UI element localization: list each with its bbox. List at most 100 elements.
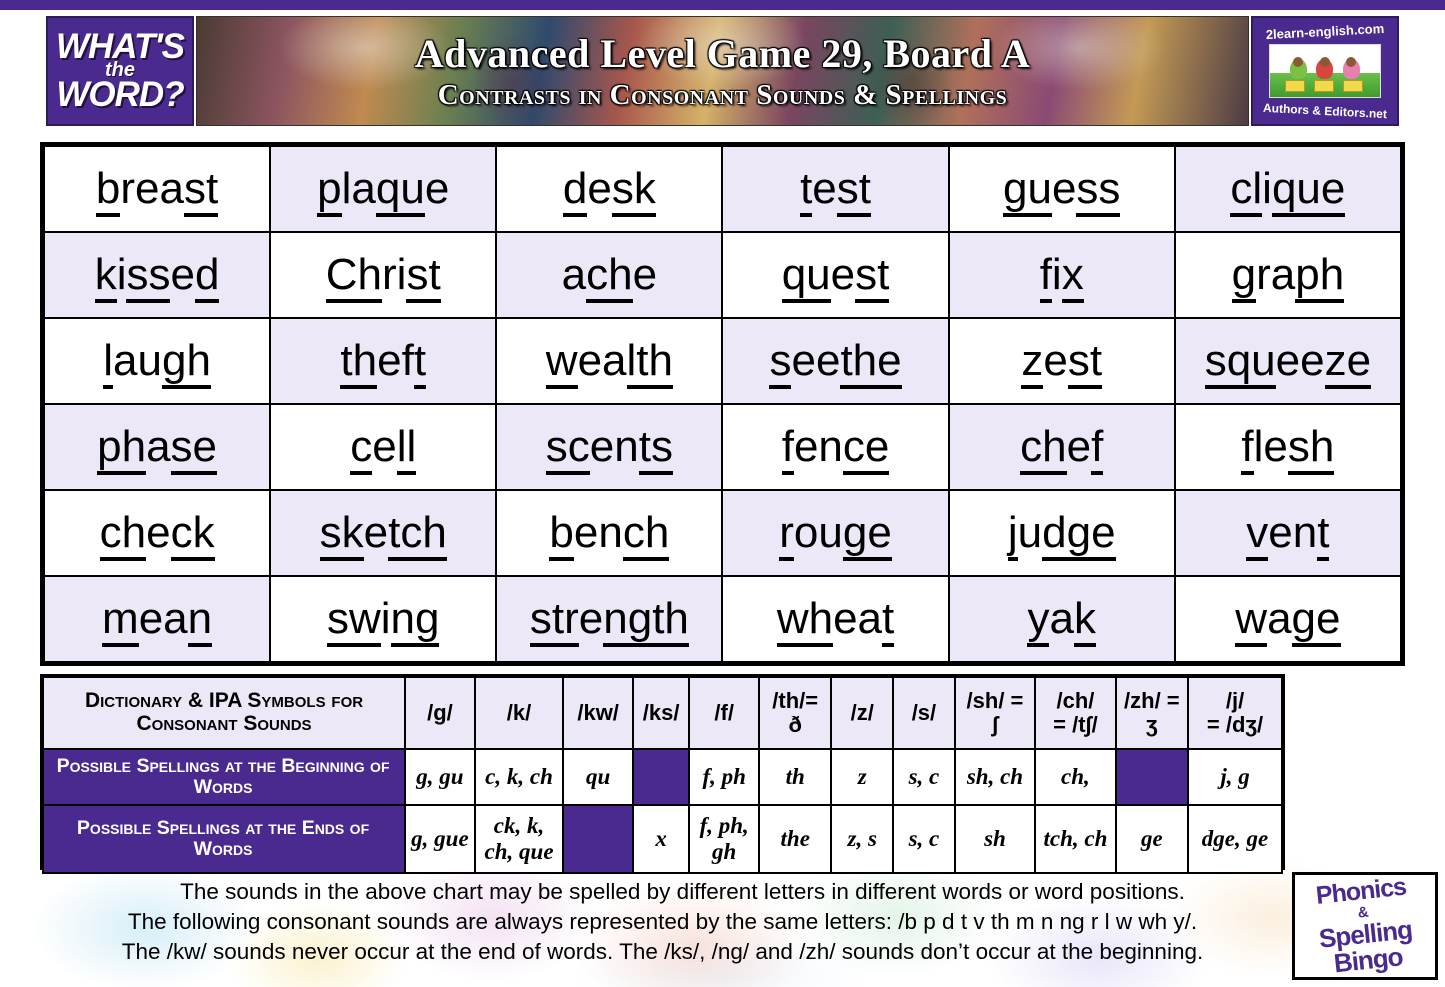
whats-the-word-logo: WHAT'S the WORD? [46,16,194,126]
ends-spelling-7: s, c [892,804,956,874]
underlined-grapheme: c [350,422,373,475]
underlined-grapheme: str [529,594,579,647]
ipa-symbol-3: /ks/ [631,676,691,750]
bingo-logo-line-4: Bingo [1332,941,1405,979]
bingo-cell-graph[interactable]: graph [1173,231,1403,319]
bingo-cell-chef[interactable]: chef [947,403,1176,491]
underlined-grapheme: n [187,594,213,647]
bingo-cell-guess[interactable]: guess [947,145,1176,233]
bingo-cell-breast[interactable]: breast [42,145,272,233]
bingo-card-icon [1342,79,1363,92]
ipa-line-1: /ch/ [1056,687,1095,713]
chart-ends-row: Possible Spellings at the Ends of Words … [41,804,1283,874]
underlined-grapheme: st [836,164,872,217]
bingo-cell-kissed[interactable]: kissed [42,231,272,319]
bingo-cell-squeeze[interactable]: squeeze [1173,317,1403,405]
bingo-cell-phase[interactable]: phase [42,403,272,491]
bingo-cell-clique[interactable]: clique [1173,145,1403,233]
plain-grapheme: e [424,164,450,213]
chart-header-row: Dictionary & IPA Symbols for Consonant S… [41,676,1283,750]
bingo-cell-vent[interactable]: vent [1173,489,1403,577]
bingo-cell-scents[interactable]: scents [495,403,724,491]
bingo-cell-strength[interactable]: strength [495,575,724,663]
ends-spelling-5: the [758,804,833,874]
bingo-cell-bench[interactable]: bench [495,489,724,577]
bingo-cell-yak[interactable]: yak [947,575,1176,663]
chart-header-label: Dictionary & IPA Symbols for Consonant S… [41,676,407,750]
publisher-logo-top-text: 2learn-english.com [1265,20,1385,43]
underlined-grapheme: t [1317,508,1330,561]
bingo-cell-fence[interactable]: fence [721,403,950,491]
underlined-grapheme: d [562,164,588,217]
plain-grapheme: e [830,250,856,299]
footer-line-2: The following consonant sounds are alway… [127,909,1198,935]
plain-grapheme: ef [377,336,414,385]
bingo-cell-zest[interactable]: zest [947,317,1176,405]
plain-grapheme: i [380,594,391,643]
ends-spelling-8: sh [953,804,1037,874]
underlined-grapheme: ch [586,250,633,303]
plain-grapheme: e [632,250,658,299]
underlined-grapheme: ch [99,508,147,561]
bingo-row: phase cell scents fence chef flesh [42,403,1403,491]
bingo-cell-fix[interactable]: fix [947,231,1176,319]
underlined-grapheme: wh [776,594,834,647]
footer-line-3: The /kw/ sounds never occur at the end o… [121,938,1204,964]
ipa-line-1: /j/ [1225,687,1245,713]
plain-grapheme: ee [1275,336,1325,385]
plain-grapheme: ea [833,594,883,643]
bingo-cell-swing[interactable]: swing [269,575,498,663]
bingo-cell-cell[interactable]: cell [269,403,498,491]
plain-grapheme: le [1253,422,1288,471]
underlined-grapheme: g [1231,250,1257,303]
bingo-cell-sketch[interactable]: sketch [269,489,498,577]
underlined-grapheme: t [413,336,427,389]
ends-spelling-9: tch, ch [1034,804,1117,874]
publisher-logo-bottom-text: Authors & Editors.net [1262,100,1388,122]
bingo-cell-mean[interactable]: mean [42,575,272,663]
consonant-sounds-chart: Dictionary & IPA Symbols for Consonant S… [40,674,1285,874]
ipa-line-2: = /dʒ/ [1206,712,1264,737]
footer-line-1: The sounds in the above chart may be spe… [180,879,1185,905]
bingo-cell-laugh[interactable]: laugh [42,317,272,405]
ends-spelling-6: z, s [830,804,895,874]
ipa-symbol-1: /k/ [473,676,565,750]
underlined-grapheme: qu [375,164,425,217]
bingo-cell-quest[interactable]: quest [721,231,950,319]
ipa-line-2: = /t∫/ [1053,712,1098,737]
plain-grapheme: ra [1256,250,1296,299]
underlined-grapheme: Ch [325,250,383,303]
underlined-grapheme: qu [781,250,831,303]
underlined-grapheme: cl [1230,164,1263,217]
bingo-logo-inner: Phonics & Spelling Bingo [1314,875,1416,979]
bingo-cell-check[interactable]: check [42,489,272,577]
bingo-cell-seethe[interactable]: seethe [721,317,950,405]
underlined-grapheme: ge [842,508,892,561]
bingo-cell-judge[interactable]: judge [947,489,1176,577]
plain-grapheme: a [1267,594,1292,643]
bingo-row: breast plaque desk test guess clique [42,145,1403,233]
child-head-icon [1319,57,1330,68]
bingo-cell-plaque[interactable]: plaque [269,145,498,233]
bingo-cell-test[interactable]: test [721,145,950,233]
bingo-cell-christ[interactable]: Christ [269,231,498,319]
bingo-cell-ache[interactable]: ache [495,231,724,319]
plain-grapheme: e [1051,164,1077,213]
bingo-cell-rouge[interactable]: rouge [721,489,950,577]
plain-grapheme: i [1262,164,1272,213]
beginning-spelling-5: th [758,748,833,806]
bingo-cell-wage[interactable]: wage [1173,575,1403,663]
underlined-grapheme: ph [1295,250,1345,303]
bingo-cell-flesh[interactable]: flesh [1173,403,1403,491]
bingo-cell-wheat[interactable]: wheat [721,575,950,663]
underlined-grapheme: ph [97,422,147,475]
ipa-symbol-6: /z/ [830,676,895,750]
bingo-cell-theft[interactable]: theft [269,317,498,405]
ipa-line-2: ʒ [1146,712,1158,737]
bingo-cell-desk[interactable]: desk [495,145,724,233]
underlined-grapheme: que [1271,164,1346,217]
plain-grapheme: rea [120,164,184,213]
plain-grapheme: ri [382,250,407,299]
bingo-cell-wealth[interactable]: wealth [495,317,724,405]
beginning-spelling-2: qu [562,748,634,806]
